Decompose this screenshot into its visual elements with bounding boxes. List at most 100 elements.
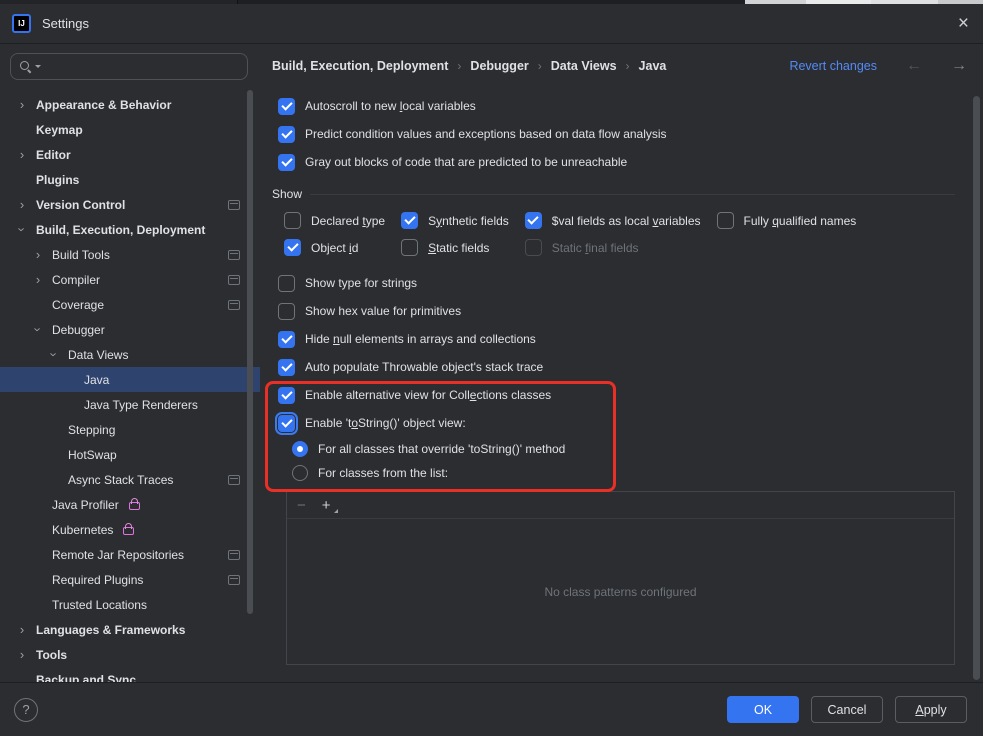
sidebar-item-plugins[interactable]: Plugins xyxy=(0,167,260,192)
settings-tree: ›Appearance & Behavior Keymap ›Editor Pl… xyxy=(0,88,260,682)
search-box[interactable] xyxy=(10,53,248,80)
radio-row-classes-from-list[interactable]: For classes from the list: xyxy=(272,461,955,485)
checkbox-checked[interactable] xyxy=(278,98,295,115)
checkbox-checked-focused[interactable] xyxy=(278,415,295,432)
sidebar-item-debugger[interactable]: ›Debugger xyxy=(0,317,260,342)
sidebar-item-stepping[interactable]: Stepping xyxy=(0,417,260,442)
sidebar-item-coverage[interactable]: Coverage xyxy=(0,292,260,317)
breadcrumb-item[interactable]: Build, Execution, Deployment xyxy=(272,59,448,73)
checkbox-unchecked[interactable] xyxy=(284,212,301,229)
sidebar-item-remote-jar-repositories[interactable]: Remote Jar Repositories xyxy=(0,542,260,567)
sidebar-item-java-type-renderers[interactable]: Java Type Renderers xyxy=(0,392,260,417)
checkbox-row-declared-type[interactable]: Declared type xyxy=(284,207,385,234)
checkbox-row-hide-null-elements[interactable]: Hide null elements in arrays and collect… xyxy=(272,325,955,353)
checkbox-checked[interactable] xyxy=(401,212,418,229)
checkbox-unchecked[interactable] xyxy=(278,275,295,292)
chevron-down-icon[interactable]: › xyxy=(48,349,61,361)
checkbox-row-synthetic-fields[interactable]: Synthetic fields xyxy=(401,207,509,234)
checkbox-row-static-fields[interactable]: Static fields xyxy=(401,234,509,261)
radio-row-all-classes-override[interactable]: For all classes that override 'toString(… xyxy=(272,437,955,461)
checkbox-checked[interactable] xyxy=(278,126,295,143)
checkbox-row-gray-out-unreachable[interactable]: Gray out blocks of code that are predict… xyxy=(272,148,955,176)
checkbox-row-autoscroll[interactable]: Autoscroll to new local variables xyxy=(272,92,955,120)
checkbox-checked[interactable] xyxy=(278,331,295,348)
search-history-caret-icon[interactable] xyxy=(35,65,41,68)
chevron-down-icon[interactable]: › xyxy=(16,224,29,236)
checkbox-row-predict-conditions[interactable]: Predict condition values and exceptions … xyxy=(272,120,955,148)
editable-settings-icon xyxy=(228,275,240,285)
checkbox-row-show-type-strings[interactable]: Show type for strings xyxy=(272,269,955,297)
sidebar-item-backup-and-sync[interactable]: Backup and Sync xyxy=(0,667,260,682)
breadcrumb-item[interactable]: Java xyxy=(639,59,667,73)
editable-settings-icon xyxy=(228,475,240,485)
sidebar-item-languages-frameworks[interactable]: ›Languages & Frameworks xyxy=(0,617,260,642)
checkbox-row-auto-populate-throwable[interactable]: Auto populate Throwable object's stack t… xyxy=(272,353,955,381)
sidebar-item-data-views[interactable]: › Data Views xyxy=(0,342,260,367)
apply-button[interactable]: Apply xyxy=(895,696,967,723)
editable-settings-icon xyxy=(228,250,240,260)
ok-button[interactable]: OK xyxy=(727,696,799,723)
checkbox-label: Enable alternative view for Collections … xyxy=(305,388,551,402)
sidebar-item-appearance-behavior[interactable]: ›Appearance & Behavior xyxy=(0,92,260,117)
sidebar-item-kubernetes[interactable]: Kubernetes xyxy=(0,517,260,542)
radio-selected[interactable] xyxy=(292,441,308,457)
checkbox-checked[interactable] xyxy=(278,154,295,171)
checkbox-label: Declared type xyxy=(311,214,385,228)
sidebar-item-hotswap[interactable]: HotSwap xyxy=(0,442,260,467)
checkbox-checked[interactable] xyxy=(278,387,295,404)
chevron-right-icon[interactable]: › xyxy=(32,273,44,286)
chevron-right-icon[interactable]: › xyxy=(16,98,28,111)
chevron-right-icon[interactable]: › xyxy=(16,148,28,161)
close-icon[interactable]: × xyxy=(958,14,969,33)
checkbox-checked[interactable] xyxy=(278,359,295,376)
sidebar-item-tools[interactable]: ›Tools xyxy=(0,642,260,667)
sidebar-item-build-tools[interactable]: ›Build Tools xyxy=(0,242,260,267)
forward-arrow-icon[interactable]: → xyxy=(951,57,967,75)
chevron-down-icon[interactable]: › xyxy=(32,324,45,336)
revert-changes-link[interactable]: Revert changes xyxy=(789,59,877,73)
chevron-right-icon[interactable]: › xyxy=(16,198,28,211)
chevron-right-icon[interactable]: › xyxy=(32,248,44,261)
checkbox-row-enable-tostring-view[interactable]: Enable 'toString()' object view: xyxy=(272,409,955,437)
sidebar-item-compiler[interactable]: ›Compiler xyxy=(0,267,260,292)
sidebar-item-async-stack-traces[interactable]: Async Stack Traces xyxy=(0,467,260,492)
checkbox-unchecked[interactable] xyxy=(717,212,734,229)
sidebar-item-version-control[interactable]: ›Version Control xyxy=(0,192,260,217)
patterns-toolbar: − + xyxy=(287,492,954,519)
back-arrow-icon[interactable]: ← xyxy=(906,57,922,75)
sidebar-item-trusted-locations[interactable]: Trusted Locations xyxy=(0,592,260,617)
checkbox-row-fully-qualified-names[interactable]: Fully qualified names xyxy=(717,207,857,234)
search-input[interactable] xyxy=(47,59,239,73)
breadcrumb-item[interactable]: Debugger xyxy=(470,59,528,73)
checkbox-unchecked[interactable] xyxy=(278,303,295,320)
tree-label: Plugins xyxy=(36,173,79,187)
checkbox-checked[interactable] xyxy=(525,212,542,229)
checkbox-row-alternative-collections-view[interactable]: Enable alternative view for Collections … xyxy=(272,381,955,409)
radio-unselected[interactable] xyxy=(292,465,308,481)
checkbox-checked[interactable] xyxy=(284,239,301,256)
sidebar-item-build-execution-deployment[interactable]: ›Build, Execution, Deployment xyxy=(0,217,260,242)
cancel-button[interactable]: Cancel xyxy=(811,696,883,723)
tree-label: Keymap xyxy=(36,123,83,137)
checkbox-row-object-id[interactable]: Object id xyxy=(284,234,385,261)
sidebar-item-java-profiler[interactable]: Java Profiler xyxy=(0,492,260,517)
chevron-right-icon[interactable]: › xyxy=(16,623,28,636)
lock-icon xyxy=(129,502,140,510)
main-scrollbar[interactable] xyxy=(973,96,980,680)
checkbox-unchecked[interactable] xyxy=(401,239,418,256)
header-row: Build, Execution, Deployment › Debugger … xyxy=(0,44,983,88)
checkbox-row-val-fields[interactable]: $val fields as local variables xyxy=(525,207,701,234)
tree-label: Data Views xyxy=(68,348,128,362)
sidebar-item-required-plugins[interactable]: Required Plugins xyxy=(0,567,260,592)
sidebar-scrollbar[interactable] xyxy=(247,90,253,614)
sidebar-item-java[interactable]: Java xyxy=(0,367,260,392)
help-icon[interactable]: ? xyxy=(14,698,38,722)
remove-icon[interactable]: − xyxy=(297,498,306,513)
breadcrumb-item[interactable]: Data Views xyxy=(551,59,617,73)
checkbox-label: Gray out blocks of code that are predict… xyxy=(305,155,627,169)
sidebar-item-editor[interactable]: ›Editor xyxy=(0,142,260,167)
add-icon[interactable]: + xyxy=(322,498,331,513)
sidebar-item-keymap[interactable]: Keymap xyxy=(0,117,260,142)
checkbox-row-show-hex-primitives[interactable]: Show hex value for primitives xyxy=(272,297,955,325)
chevron-right-icon[interactable]: › xyxy=(16,648,28,661)
